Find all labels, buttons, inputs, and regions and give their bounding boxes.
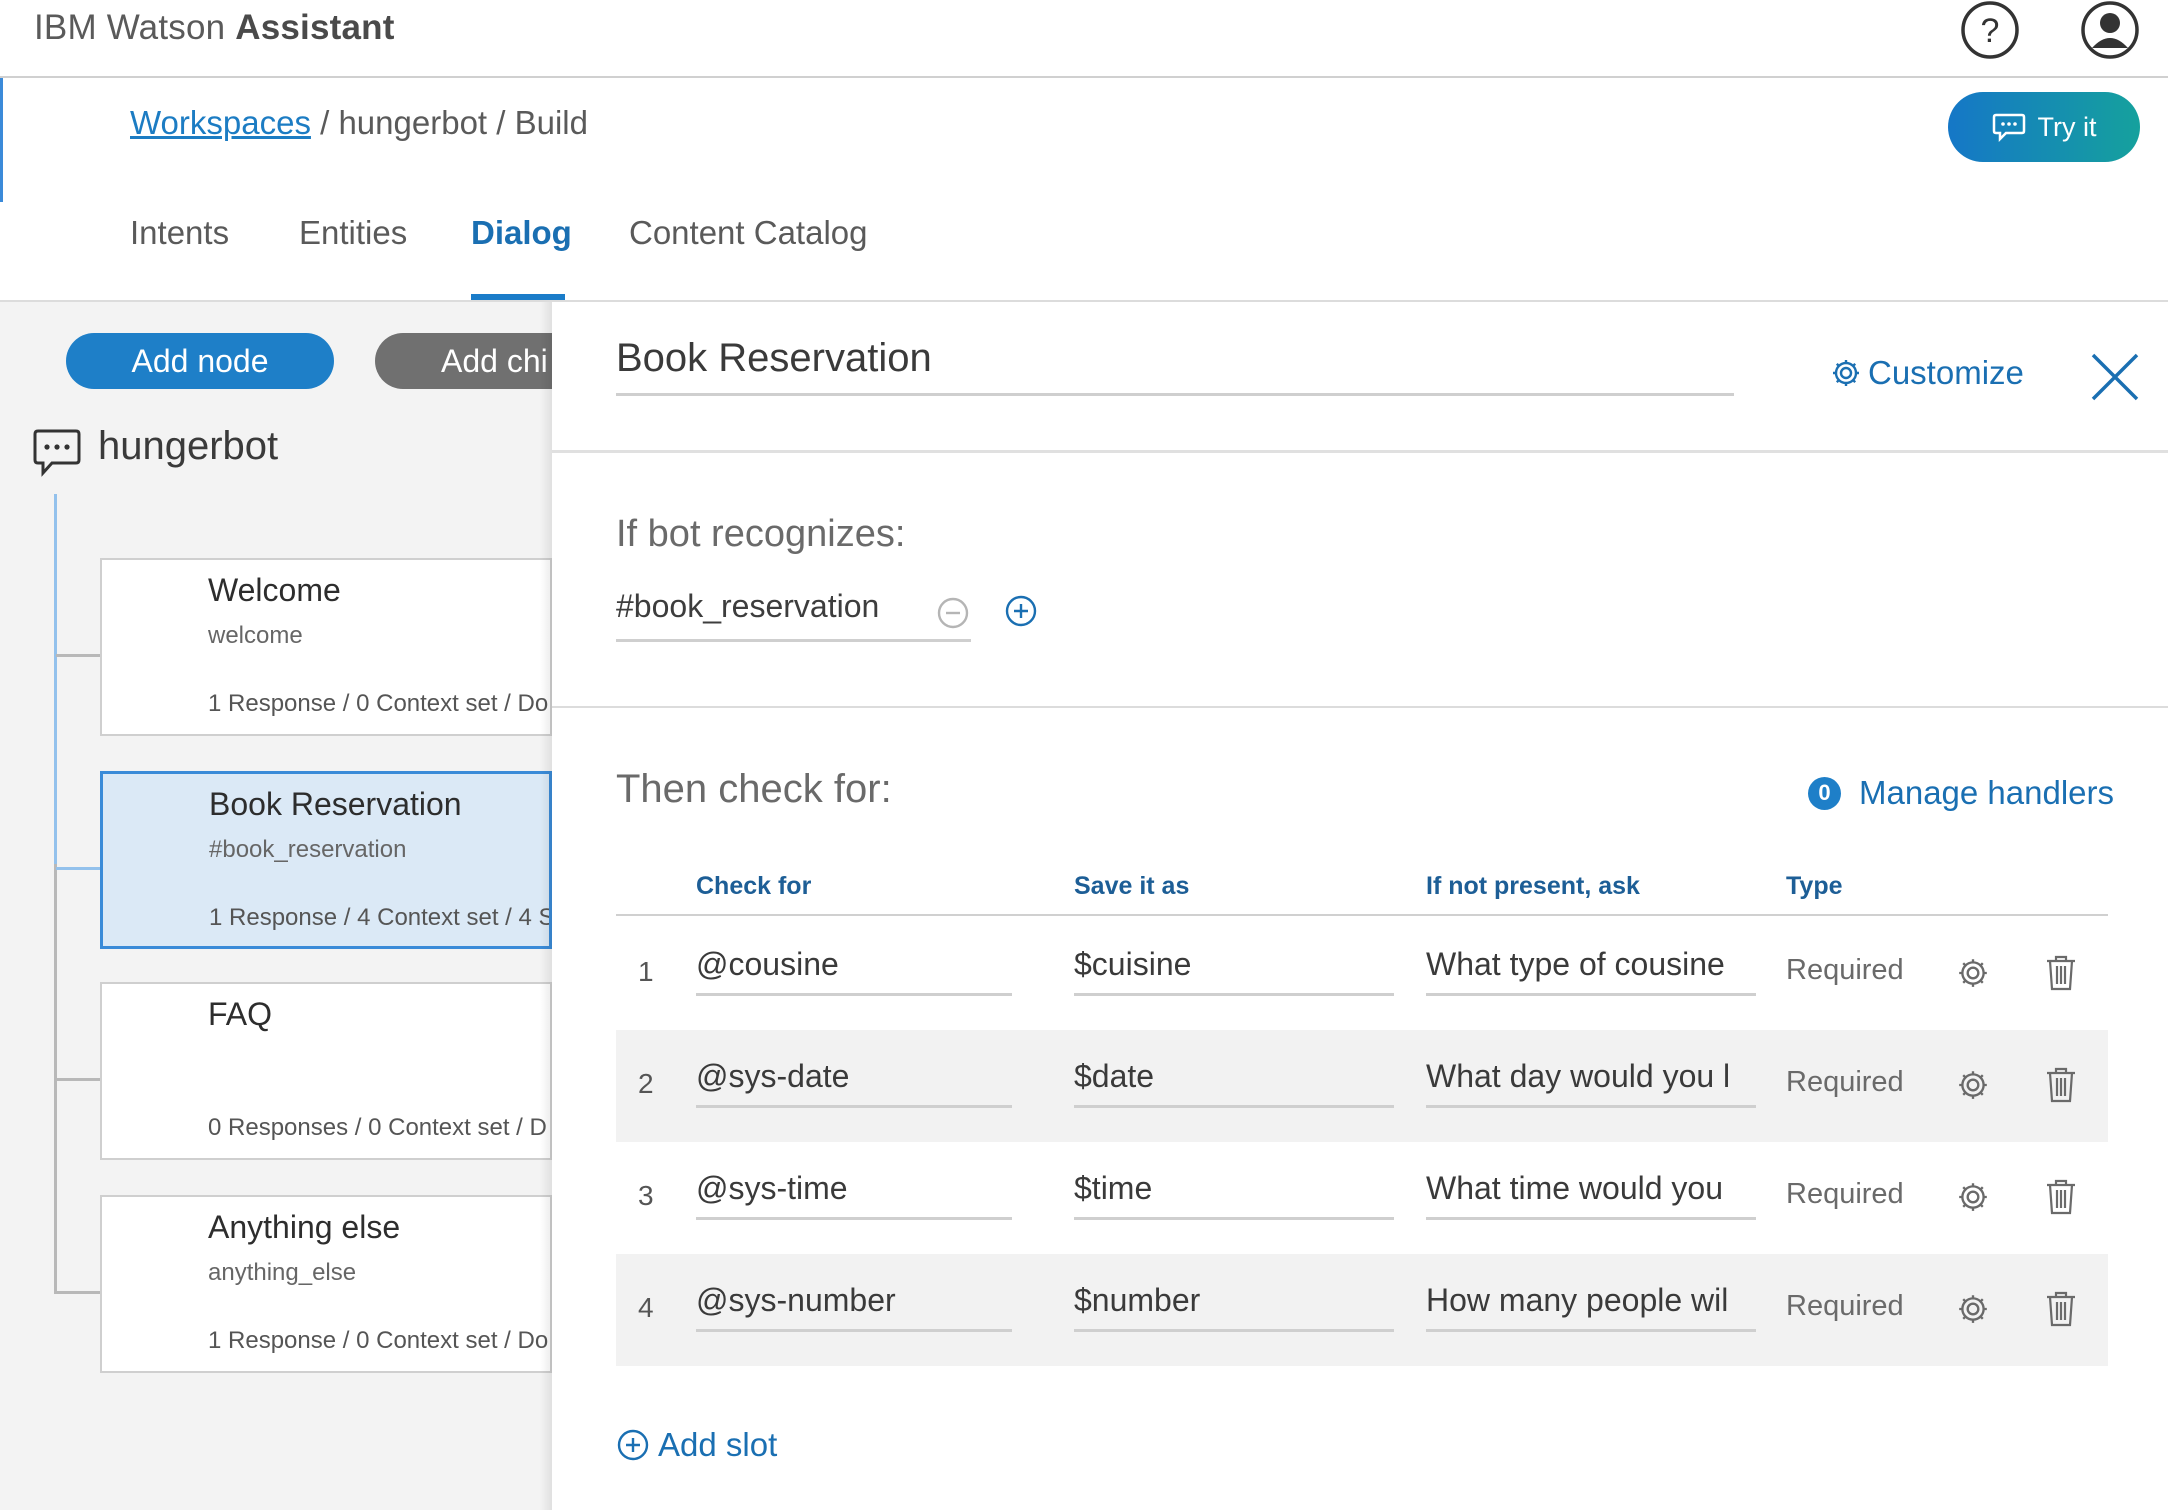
dialog-node-welcome[interactable]: Welcome welcome 1 Response / 0 Context s… bbox=[100, 558, 552, 736]
dialog-node-faq[interactable]: FAQ 0 Responses / 0 Context set / D bbox=[100, 982, 552, 1160]
slot-save-as-input[interactable]: $time bbox=[1074, 1170, 1394, 1220]
node-summary: 1 Response / 0 Context set / Do bbox=[208, 1327, 549, 1354]
slot-save-as-input[interactable]: $cuisine bbox=[1074, 946, 1394, 996]
slot-check-for-input[interactable]: @sys-number bbox=[696, 1282, 1012, 1332]
tree-connector bbox=[56, 654, 100, 657]
minus-circle-icon[interactable] bbox=[936, 596, 970, 630]
dialog-root-label: hungerbot bbox=[98, 424, 279, 468]
divider bbox=[552, 706, 2168, 708]
add-slot-label: Add slot bbox=[658, 1426, 778, 1463]
panel-shadow bbox=[540, 302, 552, 1510]
slot-check-for-input[interactable]: @sys-time bbox=[696, 1170, 1012, 1220]
tree-connector bbox=[56, 867, 100, 870]
tab-entities[interactable]: Entities bbox=[299, 214, 407, 252]
chat-icon bbox=[32, 428, 82, 480]
trash-icon[interactable] bbox=[2044, 1066, 2078, 1104]
slot-row: 4 @sys-number $number How many people wi… bbox=[616, 1254, 2108, 1366]
slot-save-as-input[interactable]: $number bbox=[1074, 1282, 1394, 1332]
close-icon[interactable] bbox=[2090, 352, 2140, 402]
try-it-button[interactable]: Try it bbox=[1948, 92, 2140, 162]
node-title: FAQ bbox=[208, 996, 273, 1032]
trash-icon[interactable] bbox=[2044, 954, 2078, 992]
tab-content-catalog[interactable]: Content Catalog bbox=[629, 214, 868, 252]
gear-icon[interactable] bbox=[1956, 1068, 1990, 1102]
tree-connector bbox=[56, 1078, 100, 1081]
breadcrumb-path: / hungerbot / Build bbox=[310, 104, 588, 141]
slot-prompt-input[interactable]: How many people wil bbox=[1426, 1282, 1756, 1332]
help-icon[interactable]: ? bbox=[1960, 0, 2020, 60]
slot-prompt-input[interactable]: What time would you bbox=[1426, 1170, 1756, 1220]
tab-dialog[interactable]: Dialog bbox=[471, 214, 572, 252]
tree-connector bbox=[56, 1291, 100, 1294]
dialog-node-anything-else[interactable]: Anything else anything_else 1 Response /… bbox=[100, 1195, 552, 1373]
slot-row: 3 @sys-time $time What time would you Re… bbox=[616, 1142, 2108, 1254]
node-condition: #book_reservation bbox=[209, 836, 407, 863]
node-title: Anything else bbox=[208, 1209, 401, 1245]
column-header-ask: If not present, ask bbox=[1426, 872, 1640, 900]
brand-light: IBM Watson bbox=[34, 8, 226, 47]
slot-type-toggle[interactable]: Required bbox=[1786, 1290, 1904, 1323]
check-for-heading: Then check for: bbox=[616, 767, 892, 811]
trash-icon[interactable] bbox=[2044, 1178, 2078, 1216]
node-condition: welcome bbox=[208, 622, 303, 649]
slot-number: 1 bbox=[638, 956, 654, 987]
recognizes-heading: If bot recognizes: bbox=[616, 513, 906, 555]
breadcrumb-workspaces-link[interactable]: Workspaces bbox=[130, 104, 311, 141]
handlers-count-badge: 0 bbox=[1808, 776, 1841, 810]
node-title: Book Reservation bbox=[209, 786, 462, 822]
gear-icon[interactable] bbox=[1956, 1292, 1990, 1326]
slot-prompt-input[interactable]: What type of cousine bbox=[1426, 946, 1756, 996]
app-brand: IBM Watson Assistant bbox=[34, 8, 395, 48]
gear-icon[interactable] bbox=[1956, 1180, 1990, 1214]
trash-icon[interactable] bbox=[2044, 1290, 2078, 1328]
brand-bold: Assistant bbox=[235, 8, 395, 47]
slot-row: 2 @sys-date $date What day would you l R… bbox=[616, 1030, 2108, 1142]
add-node-button[interactable]: Add node bbox=[66, 333, 334, 389]
try-it-label: Try it bbox=[2037, 111, 2097, 142]
column-header-save-as: Save it as bbox=[1074, 872, 1190, 900]
node-condition: anything_else bbox=[208, 1259, 357, 1286]
breadcrumb: Workspaces / hungerbot / Build bbox=[130, 104, 588, 142]
table-header-divider bbox=[616, 914, 2108, 916]
node-summary: 1 Response / 4 Context set / 4 S bbox=[209, 904, 552, 931]
slot-check-for-input[interactable]: @cousine bbox=[696, 946, 1012, 996]
slot-prompt-input[interactable]: What day would you l bbox=[1426, 1058, 1756, 1108]
active-tab-indicator bbox=[471, 294, 565, 300]
plus-circle-icon[interactable] bbox=[1004, 594, 1038, 628]
dialog-node-book-reservation[interactable]: Book Reservation #book_reservation 1 Res… bbox=[100, 771, 552, 949]
slot-number: 3 bbox=[638, 1180, 654, 1211]
node-name-input[interactable]: Book Reservation bbox=[616, 336, 1734, 396]
slot-type-toggle[interactable]: Required bbox=[1786, 954, 1904, 987]
gear-icon bbox=[1830, 357, 1862, 389]
plus-circle-icon bbox=[616, 1428, 650, 1462]
customize-button[interactable]: Customize bbox=[1830, 354, 2024, 392]
slot-check-for-input[interactable]: @sys-date bbox=[696, 1058, 1012, 1108]
customize-label: Customize bbox=[1868, 354, 2024, 391]
chat-icon bbox=[1992, 112, 2026, 142]
condition-input[interactable]: #book_reservation bbox=[616, 588, 971, 642]
column-header-check-for: Check for bbox=[696, 872, 812, 900]
svg-text:?: ? bbox=[1981, 12, 2000, 50]
slot-type-toggle[interactable]: Required bbox=[1786, 1066, 1904, 1099]
tab-intents[interactable]: Intents bbox=[130, 214, 229, 252]
slot-type-toggle[interactable]: Required bbox=[1786, 1178, 1904, 1211]
header-accent-bar bbox=[0, 78, 3, 202]
add-slot-button[interactable]: Add slot bbox=[616, 1426, 777, 1464]
slot-number: 4 bbox=[638, 1292, 654, 1323]
manage-handlers-label: Manage handlers bbox=[1859, 774, 2115, 811]
node-summary: 0 Responses / 0 Context set / D bbox=[208, 1114, 547, 1141]
node-title: Welcome bbox=[208, 572, 341, 608]
manage-handlers-link[interactable]: 0 Manage handlers bbox=[1808, 774, 2114, 812]
node-summary: 1 Response / 0 Context set / Do bbox=[208, 690, 549, 717]
tree-connector bbox=[54, 494, 57, 864]
slot-row: 1 @cousine $cuisine What type of cousine… bbox=[616, 918, 2108, 1030]
gear-icon[interactable] bbox=[1956, 956, 1990, 990]
user-icon[interactable] bbox=[2080, 0, 2140, 60]
column-header-type: Type bbox=[1786, 872, 1843, 900]
slot-save-as-input[interactable]: $date bbox=[1074, 1058, 1394, 1108]
divider bbox=[552, 450, 2168, 453]
slot-number: 2 bbox=[638, 1068, 654, 1099]
